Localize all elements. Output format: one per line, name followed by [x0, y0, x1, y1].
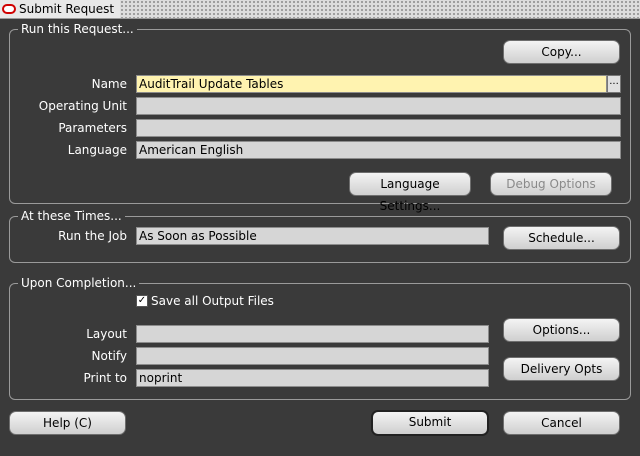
title-bar[interactable]: Submit Request: [0, 0, 640, 19]
run-job-field[interactable]: As Soon as Possible: [136, 227, 489, 245]
debug-options-button[interactable]: Debug Options: [490, 172, 612, 196]
notify-field[interactable]: [136, 347, 489, 365]
save-output-checkbox[interactable]: ✓: [136, 295, 148, 307]
save-output-label: Save all Output Files: [151, 294, 274, 308]
run-job-label: Run the Job: [58, 229, 127, 243]
run-request-group-title: Run this Request...: [18, 22, 137, 36]
notify-label: Notify: [91, 349, 127, 363]
times-group-title: At these Times...: [18, 209, 125, 223]
oracle-logo-icon: [2, 4, 16, 14]
name-lov-button[interactable]: ...: [607, 75, 621, 93]
name-label: Name: [91, 77, 127, 91]
options-button[interactable]: Options...: [503, 318, 620, 342]
schedule-button[interactable]: Schedule...: [503, 226, 620, 250]
submit-button[interactable]: Submit: [371, 410, 489, 436]
completion-group-title: Upon Completion...: [18, 276, 140, 290]
name-field[interactable]: AuditTrail Update Tables: [136, 75, 607, 93]
print-to-field[interactable]: noprint: [136, 369, 489, 387]
language-label: Language: [67, 143, 127, 157]
window-title: Submit Request: [19, 2, 115, 16]
layout-label: Layout: [86, 327, 127, 341]
parameters-field[interactable]: [136, 119, 621, 137]
language-field[interactable]: American English: [136, 141, 621, 159]
operating-unit-field[interactable]: [136, 97, 621, 115]
title-label-wrap: Submit Request: [0, 0, 121, 18]
help-button[interactable]: Help (C): [9, 411, 126, 435]
operating-unit-label: Operating Unit: [38, 99, 127, 113]
save-output-checkbox-row[interactable]: ✓ Save all Output Files: [136, 294, 274, 308]
layout-field[interactable]: [136, 325, 489, 343]
print-to-label: Print to: [83, 371, 127, 385]
delivery-opts-button[interactable]: Delivery Opts: [503, 357, 620, 381]
parameters-label: Parameters: [58, 121, 127, 135]
cancel-button[interactable]: Cancel: [503, 411, 620, 435]
copy-button[interactable]: Copy...: [503, 40, 620, 64]
language-settings-button[interactable]: Language Settings...: [349, 172, 471, 213]
